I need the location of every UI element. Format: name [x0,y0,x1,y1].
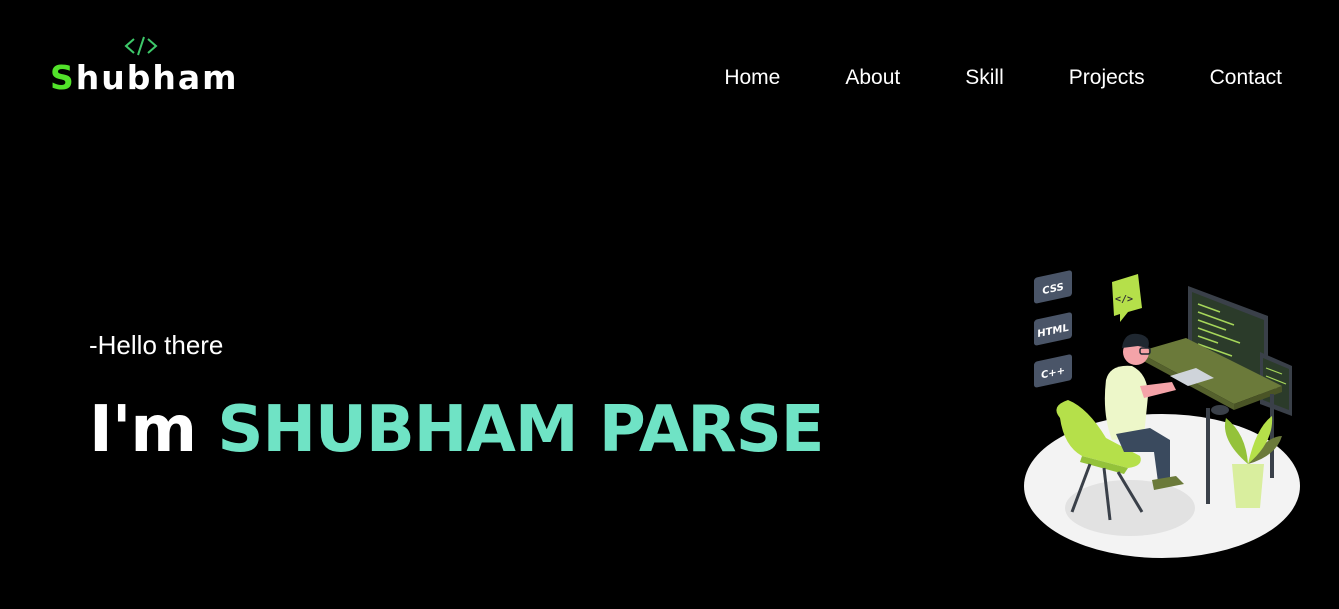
hero-greeting: -Hello there [89,330,224,360]
logo-first-letter: S [50,58,76,97]
mouse [1211,405,1229,415]
hero-name: SHUBHAM PARSE [217,393,824,467]
nav-about-link[interactable]: About [845,66,900,90]
nav-skill-link[interactable]: Skill [965,66,1004,90]
developer-at-desk-illustration: CSS HTML C++ </> [1024,270,1300,558]
nav-projects-link[interactable]: Projects [1069,66,1145,90]
html-tag: HTML [1034,312,1072,346]
hero-headline: I'm SHUBHAM PARSE [89,392,825,468]
hero-prefix: I'm [89,393,197,467]
main-nav: Home About Skill Projects Contact [724,66,1282,90]
nav-contact-link[interactable]: Contact [1210,66,1282,90]
code-brackets-icon [124,36,158,56]
site-logo[interactable]: Shubham [50,34,240,97]
code-bubble-icon: </> [1112,274,1142,322]
cpp-tag: C++ [1034,354,1072,388]
logo-text: Shubham [50,58,239,97]
logo-rest: hubham [75,58,239,97]
svg-text:</>: </> [1115,294,1133,305]
floor-shadow [1065,480,1195,536]
nav-home-link[interactable]: Home [724,66,780,90]
css-tag: CSS [1034,270,1072,304]
